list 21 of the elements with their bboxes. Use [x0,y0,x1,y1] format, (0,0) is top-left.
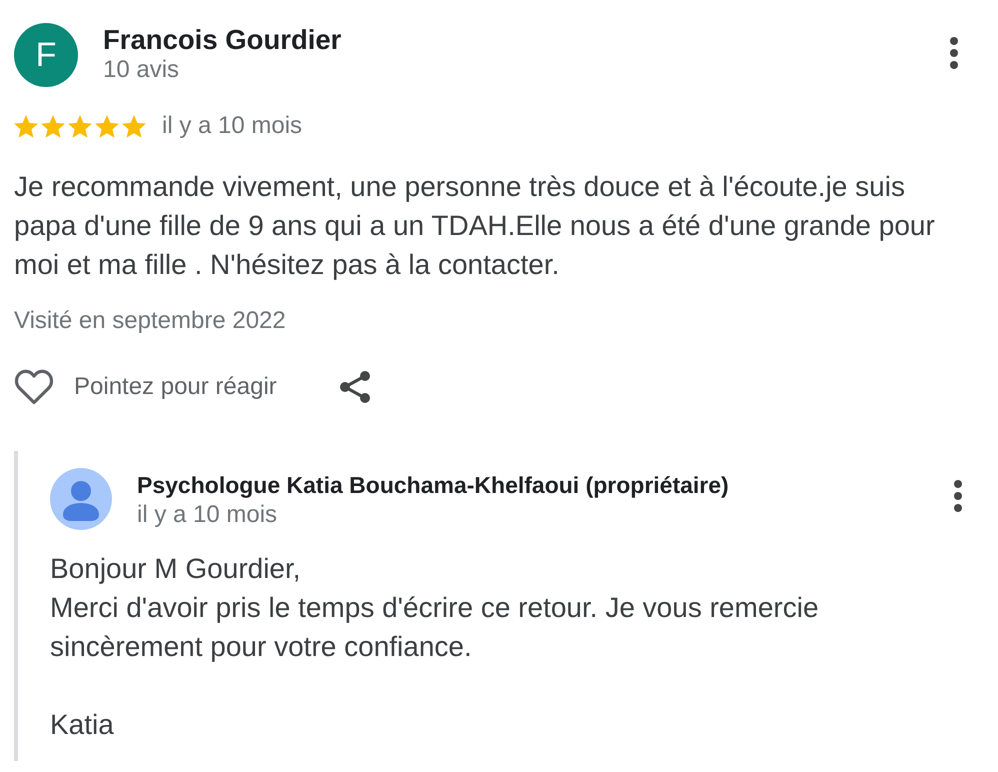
reviewer-name: Francois Gourdier [103,25,342,55]
star-icon [14,114,38,138]
share-icon [338,370,371,404]
star-icon [41,114,65,138]
reply-time: il y a 10 mois [137,500,278,530]
person-avatar-icon [50,468,112,530]
review-text: Je recommande vivement, une personne très douce et à l'écoute.je suis papa d'une fille de 9 ans qui a un TDAH.Elle nous a été d'une grande pour moi et ma fille . N'hésitez pas à la contacter. [14,170,936,282]
star-icon [122,114,146,138]
review-time: il y a 10 mois [162,111,302,141]
react-button[interactable]: Pointez pour réagir [14,369,277,405]
visit-date: Visité en septembre 2022 [14,306,287,336]
more-options-icon [950,37,958,69]
more-options-icon [954,480,962,512]
owner-name: Psychologue Katia Bouchama-Khelfaoui (propriétaire) [137,471,729,500]
share-button[interactable] [338,370,371,404]
heart-icon [14,369,54,405]
avatar-letter: F [14,23,78,87]
review-count: 10 avis [103,55,180,85]
star-icon [95,114,119,138]
reply-text: Bonjour M Gourdier, Merci d'avoir pris le temps d'écrire ce retour. Je vous remercie sincèrement pour votre confiance. Katia [50,552,820,742]
star-icon [68,114,92,138]
